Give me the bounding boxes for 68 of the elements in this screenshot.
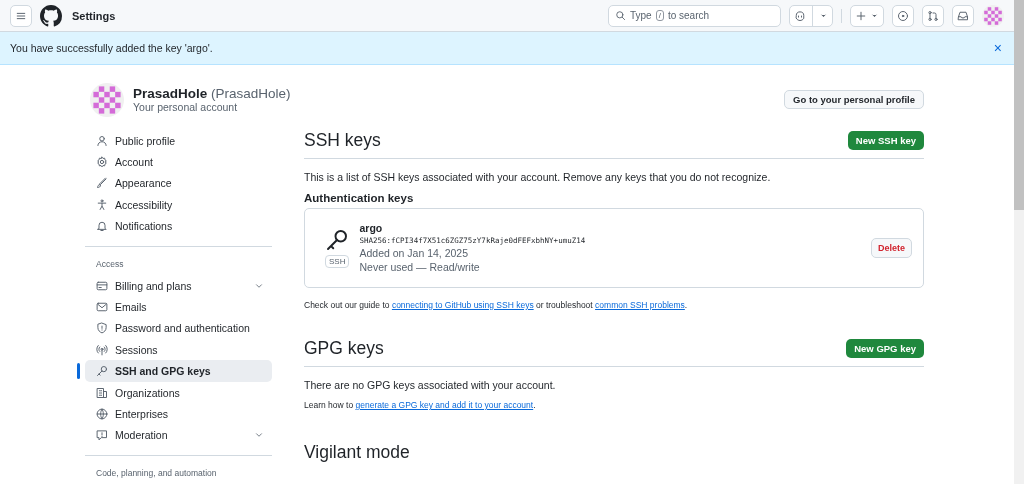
section-description: This is a list of SSH keys associated with your account. Remove any keys that you do not recognize.: [304, 170, 772, 183]
sidebar-item[interactable]: Sessions: [85, 339, 272, 361]
section-title: GPG keys: [304, 337, 385, 359]
sidebar-item[interactable]: Enterprises: [85, 403, 272, 425]
sidebar-item[interactable]: Billing and plans: [85, 274, 272, 297]
new-ssh-key-button[interactable]: New SSH key: [847, 130, 924, 150]
person-icon: [96, 134, 108, 147]
sidebar-item[interactable]: Moderation: [85, 424, 272, 446]
github-logo[interactable]: [40, 4, 62, 27]
report-icon: [96, 429, 108, 442]
scrollbar-thumb[interactable]: [1014, 0, 1024, 210]
sidebar-item[interactable]: Emails: [85, 296, 272, 318]
issue-icon: [897, 9, 909, 22]
menu-button[interactable]: [10, 4, 32, 27]
copilot-button[interactable]: [789, 4, 833, 27]
sidebar-item[interactable]: Account: [85, 151, 272, 173]
help-text: Check out our guide to connecting to GitHub using SSH keys or troubleshoot common SSH problems.: [304, 299, 689, 310]
empty-message: There are no GPG keys associated with your account.: [304, 378, 557, 391]
section-heading: Code, planning, and automation: [95, 467, 218, 480]
copilot-icon: [794, 9, 806, 22]
avatar-icon: [982, 4, 1004, 27]
key-name: argo: [359, 222, 384, 235]
issues-button[interactable]: [892, 4, 914, 27]
profile-subtitle: Your personal account: [133, 101, 239, 114]
profile-button[interactable]: Go to your personal profile: [784, 90, 924, 110]
credit-card-icon: [96, 279, 108, 292]
profile-name: PrasadHole (PrasadHole): [133, 86, 291, 102]
inbox-icon: [957, 9, 969, 22]
section-title: SSH keys: [304, 129, 382, 151]
avatar-icon: [90, 82, 124, 117]
delete-button[interactable]: Delete: [871, 237, 912, 258]
subsection-title: Authentication keys: [304, 191, 415, 204]
key-added-date: Added on Jan 14, 2025: [359, 247, 470, 260]
page-title: Settings: [72, 9, 116, 22]
accessibility-icon: [96, 198, 108, 211]
paintbrush-icon: [96, 177, 108, 190]
search-icon: [615, 10, 626, 22]
new-gpg-key-button[interactable]: New GPG key: [846, 338, 924, 358]
sidebar-item[interactable]: Appearance: [85, 172, 272, 195]
close-button[interactable]: ×: [993, 40, 1002, 56]
search-field[interactable]: Type / to search: [608, 4, 781, 27]
key-type-label: SSH: [325, 254, 350, 268]
pull-request-icon: [927, 9, 939, 22]
building-icon: [96, 386, 108, 399]
sidebar-item[interactable]: Accessibility: [85, 194, 272, 216]
gear-icon: [96, 156, 108, 168]
inbox-button[interactable]: [952, 4, 974, 27]
link[interactable]: connecting to GitHub using SSH keys: [391, 299, 534, 310]
broadcast-icon: [96, 343, 108, 356]
create-button[interactable]: [850, 4, 884, 27]
section-heading: Access: [95, 257, 125, 271]
key-icon: [96, 365, 108, 378]
key-usage: Never used — Read/write: [359, 261, 481, 274]
mail-icon: [96, 300, 108, 313]
help-text: Learn how to generate a GPG key and add it to your account.: [304, 399, 537, 410]
link[interactable]: common SSH problems: [595, 299, 685, 310]
plus-icon: [855, 9, 867, 22]
bell-icon: [96, 220, 108, 233]
flash-message: You have successfully added the key 'argo'.: [10, 42, 214, 54]
sidebar-item[interactable]: Notifications: [85, 215, 272, 237]
key-icon: [325, 227, 350, 252]
pull-requests-button[interactable]: [922, 4, 944, 27]
sidebar-item[interactable]: Password and authentication: [85, 317, 272, 340]
shield-icon: [96, 322, 108, 335]
globe-icon: [96, 407, 108, 420]
section-title: Vigilant mode: [304, 441, 411, 463]
sidebar-item[interactable]: Organizations: [85, 381, 272, 404]
sidebar-item[interactable]: Public profile: [85, 129, 272, 152]
